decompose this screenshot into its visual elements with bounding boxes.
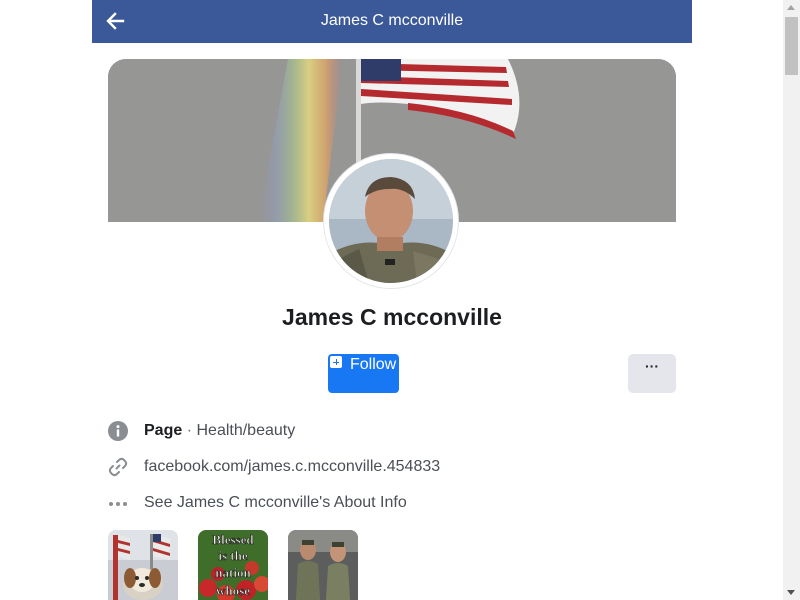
vertical-scrollbar[interactable] xyxy=(783,0,800,600)
about-link[interactable]: See James C mcconville's About Info xyxy=(144,494,407,512)
category-prefix: Page xyxy=(144,422,183,439)
link-icon xyxy=(108,457,128,477)
top-nav-bar: James C mcconville xyxy=(92,0,692,43)
info-icon xyxy=(108,421,128,441)
page-viewport: James C mcconville James C mcconville Fo… xyxy=(0,0,783,600)
ellipsis-icon xyxy=(108,493,128,513)
scrollbar-thumb[interactable] xyxy=(785,17,798,75)
category-separator: · xyxy=(186,422,193,439)
photo-text-line-1: Blessed xyxy=(212,532,254,547)
blessed-nation-photo-icon: Blessed is the nation whose xyxy=(198,530,268,600)
more-options-button[interactable]: ··· xyxy=(628,354,676,393)
photo-text-line-3: nation xyxy=(215,565,251,580)
scroll-down-arrow-icon[interactable] xyxy=(787,590,795,595)
photo-text-line-4: whose xyxy=(216,583,250,598)
plus-square-icon xyxy=(330,356,342,368)
photo-thumbnail-2[interactable]: Blessed is the nation whose xyxy=(198,530,268,600)
category-text: Page · Health/beauty xyxy=(144,422,295,440)
profile-avatar[interactable] xyxy=(324,154,458,288)
flag-dog-photo-icon xyxy=(108,530,178,600)
category-value: Health/beauty xyxy=(196,422,296,439)
soldiers-photo-icon xyxy=(288,530,358,600)
profile-name: James C mcconville xyxy=(282,304,502,330)
more-dots-icon: ··· xyxy=(645,358,659,374)
scroll-up-arrow-icon[interactable] xyxy=(787,5,795,10)
website-link[interactable]: facebook.com/james.c.mcconville.454833 xyxy=(144,458,440,476)
follow-button-label: Follow xyxy=(350,356,397,373)
photo-thumbnail-3[interactable] xyxy=(288,530,358,600)
photo-text-line-2: is the xyxy=(218,548,247,563)
page-title: James C mcconville xyxy=(320,12,464,29)
photo-thumbnail-1[interactable] xyxy=(108,530,178,600)
follow-button[interactable]: Follow xyxy=(328,354,399,393)
